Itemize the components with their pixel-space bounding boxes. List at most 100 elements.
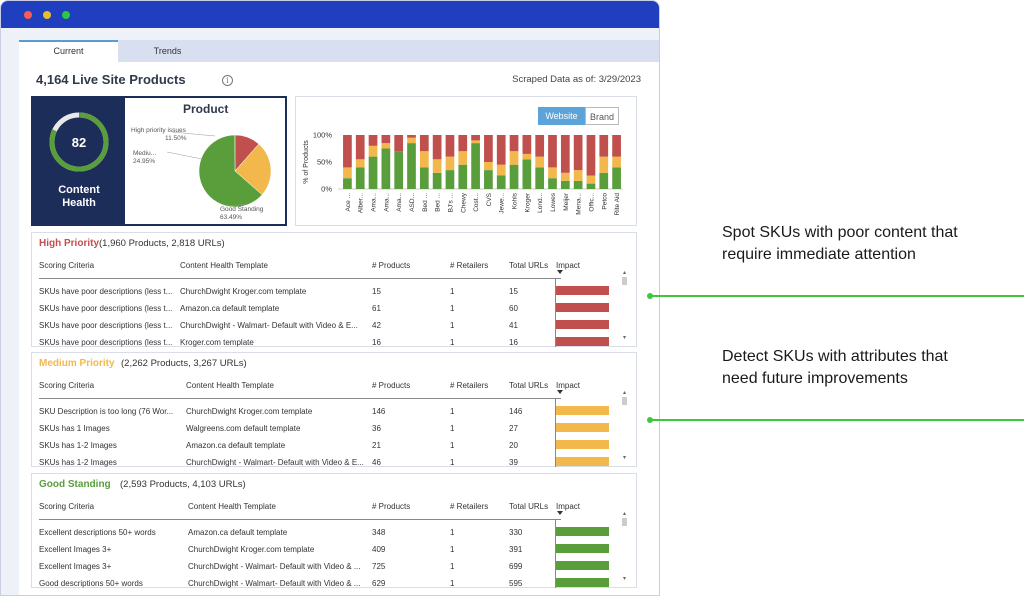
column-header[interactable]: # Retailers (450, 502, 488, 511)
column-header[interactable]: Scoring Criteria (39, 381, 94, 390)
bar-segment[interactable] (355, 135, 365, 160)
table-row[interactable]: SKUs has 1-2 Images Amazon.ca default tem… (32, 437, 622, 454)
bar-segment[interactable] (535, 167, 545, 189)
bar-segment[interactable] (407, 137, 416, 144)
bar-segment[interactable] (496, 164, 506, 176)
bar-segment[interactable] (496, 135, 506, 165)
table-row[interactable]: SKUs has 1 Images Walgreens.com default t… (32, 420, 622, 437)
bar-segment[interactable] (432, 159, 442, 173)
bar-segment[interactable] (445, 135, 455, 157)
bar-segment[interactable] (381, 143, 391, 149)
bar-segment[interactable] (419, 151, 429, 168)
bar-segment[interactable] (394, 151, 404, 189)
column-header[interactable]: Impact (556, 381, 580, 390)
bar-segment[interactable] (394, 135, 404, 152)
sort-caret-icon[interactable] (557, 270, 563, 274)
bar-segment[interactable] (407, 135, 416, 138)
column-header[interactable]: # Products (372, 381, 410, 390)
table-row[interactable]: Excellent Images 3+ ChurchDwight Kroger.c… (32, 541, 622, 558)
close-window-dot[interactable] (24, 11, 32, 19)
section-scrollbar[interactable]: ▴ ▾ (621, 510, 628, 582)
scroll-thumb[interactable] (622, 397, 627, 405)
bar-segment[interactable] (496, 175, 506, 190)
bar-segment[interactable] (522, 159, 532, 189)
scroll-down-icon[interactable]: ▾ (621, 454, 628, 461)
column-header[interactable]: Total URLs (509, 502, 548, 511)
bar-segment[interactable] (612, 167, 621, 189)
bar-segment[interactable] (599, 172, 609, 189)
table-row[interactable]: Good descriptions 50+ words ChurchDwight … (32, 575, 622, 592)
bar-segment[interactable] (560, 172, 570, 181)
table-row[interactable]: SKUs have poor descriptions (less t... Am… (32, 300, 622, 317)
scroll-thumb[interactable] (622, 518, 627, 526)
column-header[interactable]: # Products (372, 502, 410, 511)
bar-segment[interactable] (560, 180, 570, 189)
bar-segment[interactable] (458, 135, 468, 152)
column-header[interactable]: Content Health Template (180, 261, 268, 270)
column-header[interactable]: Total URLs (509, 261, 548, 270)
bar-segment[interactable] (484, 135, 493, 162)
bar-segment[interactable] (381, 135, 391, 144)
column-header[interactable]: Impact (556, 502, 580, 511)
bar-segment[interactable] (548, 135, 557, 168)
bar-segment[interactable] (599, 156, 609, 173)
sort-caret-icon[interactable] (557, 511, 563, 515)
bar-segment[interactable] (509, 135, 519, 152)
bar-segment[interactable] (381, 148, 391, 190)
tab-current[interactable]: Current (19, 40, 118, 62)
bar-segment[interactable] (445, 156, 455, 171)
table-row[interactable]: Excellent descriptions 50+ words Amazon.c… (32, 524, 622, 541)
column-header[interactable]: Scoring Criteria (39, 261, 94, 270)
bar-segment[interactable] (522, 135, 532, 154)
bar-segment[interactable] (471, 140, 480, 144)
bar-segment[interactable] (471, 143, 480, 189)
table-row[interactable]: Excellent Images 3+ ChurchDwight - Walmar… (32, 558, 622, 575)
column-header[interactable]: # Products (372, 261, 410, 270)
bar-segment[interactable] (560, 135, 570, 173)
scroll-up-icon[interactable]: ▴ (621, 389, 628, 396)
bar-segment[interactable] (548, 178, 557, 189)
bar-segment[interactable] (343, 135, 352, 168)
bar-segment[interactable] (368, 135, 378, 146)
bar-segment[interactable] (586, 183, 596, 189)
bar-segment[interactable] (343, 178, 352, 189)
table-row[interactable]: SKUs have poor descriptions (less t... Kr… (32, 334, 622, 351)
bar-segment[interactable] (599, 135, 609, 157)
table-row[interactable]: SKUs have poor descriptions (less t... Ch… (32, 317, 622, 334)
bar-segment[interactable] (573, 135, 583, 171)
bar-segment[interactable] (445, 170, 455, 189)
info-icon[interactable]: i (222, 75, 233, 86)
bar-segment[interactable] (484, 162, 493, 171)
bar-segment[interactable] (355, 159, 365, 168)
sort-caret-icon[interactable] (557, 390, 563, 394)
column-header[interactable]: Content Health Template (186, 381, 274, 390)
bar-segment[interactable] (484, 170, 493, 189)
bar-segment[interactable] (535, 135, 545, 157)
bar-segment[interactable] (509, 151, 519, 165)
column-header[interactable]: # Retailers (450, 261, 488, 270)
column-header[interactable]: Impact (556, 261, 580, 270)
scroll-down-icon[interactable]: ▾ (621, 575, 628, 582)
bar-segment[interactable] (509, 164, 519, 189)
bar-segment[interactable] (586, 175, 596, 184)
bar-segment[interactable] (407, 143, 416, 189)
bar-segment[interactable] (458, 164, 468, 189)
bar-segment[interactable] (573, 170, 583, 181)
bar-segment[interactable] (458, 151, 468, 165)
maximize-window-dot[interactable] (62, 11, 70, 19)
minimize-window-dot[interactable] (43, 11, 51, 19)
bar-segment[interactable] (535, 156, 545, 168)
table-row[interactable]: SKU Description is too long (76 Wor... Ch… (32, 403, 622, 420)
tab-trends[interactable]: Trends (118, 40, 217, 62)
bar-segment[interactable] (522, 153, 532, 160)
bar-segment[interactable] (355, 167, 365, 189)
section-scrollbar[interactable]: ▴ ▾ (621, 389, 628, 461)
column-header[interactable]: Total URLs (509, 381, 548, 390)
scroll-down-icon[interactable]: ▾ (621, 334, 628, 341)
bar-segment[interactable] (432, 135, 442, 160)
bar-segment[interactable] (612, 156, 621, 168)
column-header[interactable]: Content Health Template (188, 502, 276, 511)
bar-segment[interactable] (419, 167, 429, 189)
column-header[interactable]: # Retailers (450, 381, 488, 390)
bar-segment[interactable] (471, 135, 480, 141)
